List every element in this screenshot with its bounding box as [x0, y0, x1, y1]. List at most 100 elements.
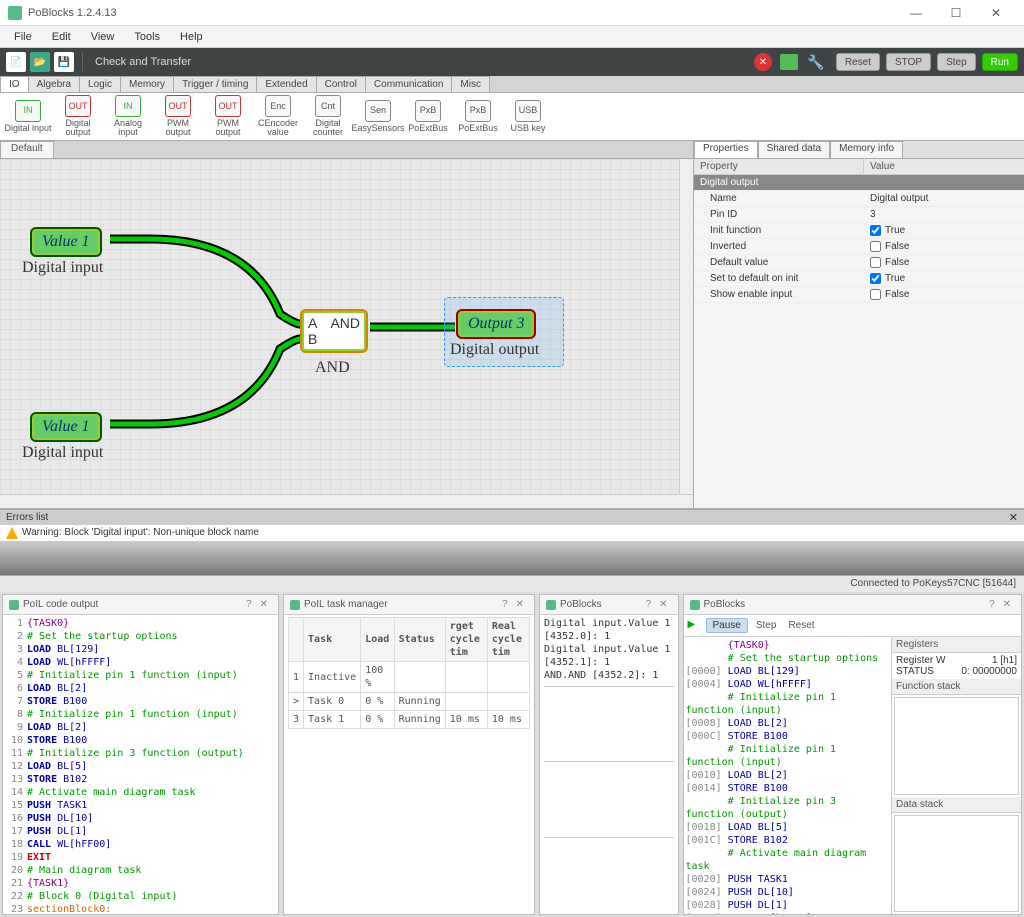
- ribbon-item[interactable]: EncCEncoder value: [254, 95, 302, 138]
- block-digital-output[interactable]: Output 3: [456, 309, 536, 339]
- data-stack[interactable]: [894, 815, 1019, 913]
- ribbon-item[interactable]: OUTDigital output: [54, 95, 102, 138]
- ribbon-tab[interactable]: Algebra: [28, 76, 80, 92]
- pause-button[interactable]: Pause: [706, 618, 748, 633]
- ribbon-item[interactable]: OUTPWM output: [204, 95, 252, 138]
- menu-bar: FileEditViewToolsHelp: [0, 26, 1024, 48]
- props-group[interactable]: Digital output: [694, 175, 864, 190]
- ribbon-tab[interactable]: Communication: [365, 76, 452, 92]
- ribbon-item[interactable]: INDigital input: [4, 95, 52, 138]
- ribbon-item[interactable]: CntDigital counter: [304, 95, 352, 138]
- property-row[interactable]: Set to default on init True: [694, 271, 1024, 287]
- property-row[interactable]: NameDigital output: [694, 191, 1024, 207]
- minimize-button[interactable]: —: [896, 1, 936, 25]
- ribbon-tab[interactable]: Extended: [256, 76, 316, 92]
- props-tab[interactable]: Properties: [694, 141, 758, 158]
- property-row[interactable]: Default value False: [694, 255, 1024, 271]
- panel-title: PoBlocks: [560, 599, 602, 610]
- props-tab[interactable]: Memory info: [830, 141, 903, 158]
- property-checkbox[interactable]: [870, 241, 881, 252]
- function-stack[interactable]: [894, 697, 1019, 795]
- ribbon-item[interactable]: INAnalog input: [104, 95, 152, 138]
- panel-close-button[interactable]: ✕: [655, 599, 671, 610]
- block-digital-input-2[interactable]: Value 1: [30, 412, 102, 442]
- step-button[interactable]: Step: [752, 619, 781, 632]
- new-file-button[interactable]: 📄: [6, 52, 26, 72]
- step-button[interactable]: Step: [937, 53, 976, 71]
- block-and[interactable]: AAND B: [300, 309, 368, 353]
- property-checkbox[interactable]: [870, 289, 881, 300]
- registers-title: Registers: [892, 637, 1021, 653]
- property-row[interactable]: Init function True: [694, 223, 1024, 239]
- block-label: Digital output: [450, 341, 539, 359]
- panel-help-button[interactable]: ?: [985, 599, 999, 610]
- props-tab[interactable]: Shared data: [758, 141, 831, 158]
- open-file-button[interactable]: 📂: [30, 52, 50, 72]
- canvas-tab-default[interactable]: Default: [0, 141, 54, 158]
- wrench-icon[interactable]: 🔧: [806, 54, 826, 70]
- panel-close-button[interactable]: ✕: [999, 599, 1015, 610]
- errors-list[interactable]: Warning: Block 'Digital input': Non-uniq…: [0, 525, 1024, 541]
- panel-title: PoIL task manager: [304, 599, 388, 610]
- ribbon-item[interactable]: OUTPWM output: [154, 95, 202, 138]
- ribbon-tab[interactable]: Misc: [451, 76, 490, 92]
- ribbon-tab[interactable]: Control: [316, 76, 366, 92]
- check-transfer-button[interactable]: Check and Transfer: [91, 56, 195, 68]
- task-manager[interactable]: TaskLoadStatusrget cycle timReal cycle t…: [284, 615, 534, 914]
- property-checkbox[interactable]: [870, 273, 881, 284]
- ribbon-tab[interactable]: Memory: [120, 76, 174, 92]
- debugger-code[interactable]: {TASK0} # Set the startup options[0000] …: [684, 637, 892, 914]
- menu-help[interactable]: Help: [170, 29, 213, 45]
- ribbon-body: INDigital inputOUTDigital outputINAnalog…: [0, 93, 1024, 141]
- ribbon-item[interactable]: USBUSB key: [504, 95, 552, 138]
- block-label: AND: [315, 359, 350, 377]
- panel-help-button[interactable]: ?: [642, 599, 656, 610]
- diagram-canvas[interactable]: Value 1 Digital input Value 1 Digital in…: [0, 159, 679, 494]
- stop-button[interactable]: STOP: [886, 53, 931, 71]
- block-label: Digital input: [22, 444, 103, 462]
- maximize-button[interactable]: ☐: [936, 1, 976, 25]
- watch-panel[interactable]: Digital input.Value 1 [4352.0]: 1Digital…: [540, 615, 678, 914]
- app-icon: [8, 6, 22, 20]
- reset-button[interactable]: Reset: [836, 53, 880, 71]
- error-message: Warning: Block 'Digital input': Non-uniq…: [22, 527, 259, 538]
- play-icon[interactable]: ▶: [688, 619, 702, 633]
- main-toolbar: 📄 📂 💾 Check and Transfer ✕ 🔧 Reset STOP …: [0, 48, 1024, 76]
- panel-icon: [546, 600, 556, 610]
- errors-close-button[interactable]: ✕: [1009, 511, 1018, 524]
- canvas-vscroll[interactable]: [679, 159, 693, 494]
- property-row[interactable]: Show enable input False: [694, 287, 1024, 303]
- close-button[interactable]: ✕: [976, 1, 1016, 25]
- ribbon-tab[interactable]: Logic: [79, 76, 121, 92]
- canvas-hscroll[interactable]: [0, 494, 693, 508]
- canvas-tabs: Default: [0, 141, 693, 159]
- errors-title: Errors list: [6, 512, 48, 523]
- ribbon-tab[interactable]: IO: [0, 76, 29, 92]
- block-digital-input-1[interactable]: Value 1: [30, 227, 102, 257]
- chip-icon[interactable]: [780, 54, 798, 70]
- save-file-button[interactable]: 💾: [54, 52, 74, 72]
- ribbon-item[interactable]: PxBPoExtBus: [404, 95, 452, 138]
- property-checkbox[interactable]: [870, 225, 881, 236]
- panel-title: PoBlocks: [704, 599, 746, 610]
- panel-help-button[interactable]: ?: [498, 599, 512, 610]
- menu-view[interactable]: View: [81, 29, 125, 45]
- code-output[interactable]: 1{TASK0}2# Set the startup options3LOAD …: [3, 615, 278, 914]
- ribbon-item[interactable]: SenEasySensors: [354, 95, 402, 138]
- menu-tools[interactable]: Tools: [124, 29, 170, 45]
- panel-help-button[interactable]: ?: [242, 599, 256, 610]
- menu-file[interactable]: File: [4, 29, 42, 45]
- menu-edit[interactable]: Edit: [42, 29, 81, 45]
- status-bar: Connected to PoKeys57CNC [51644]: [0, 575, 1024, 592]
- property-checkbox[interactable]: [870, 257, 881, 268]
- property-row[interactable]: Inverted False: [694, 239, 1024, 255]
- property-row[interactable]: Pin ID3: [694, 207, 1024, 223]
- ribbon-tab[interactable]: Trigger / timing: [173, 76, 257, 92]
- debugger-side: Registers Register W1 [h1]STATUS0: 00000…: [891, 637, 1021, 914]
- reset-button[interactable]: Reset: [784, 619, 818, 632]
- ribbon-item[interactable]: PxBPoExtBus: [454, 95, 502, 138]
- error-icon[interactable]: ✕: [754, 53, 772, 71]
- run-button[interactable]: Run: [982, 53, 1018, 71]
- panel-close-button[interactable]: ✕: [256, 599, 272, 610]
- panel-close-button[interactable]: ✕: [512, 599, 528, 610]
